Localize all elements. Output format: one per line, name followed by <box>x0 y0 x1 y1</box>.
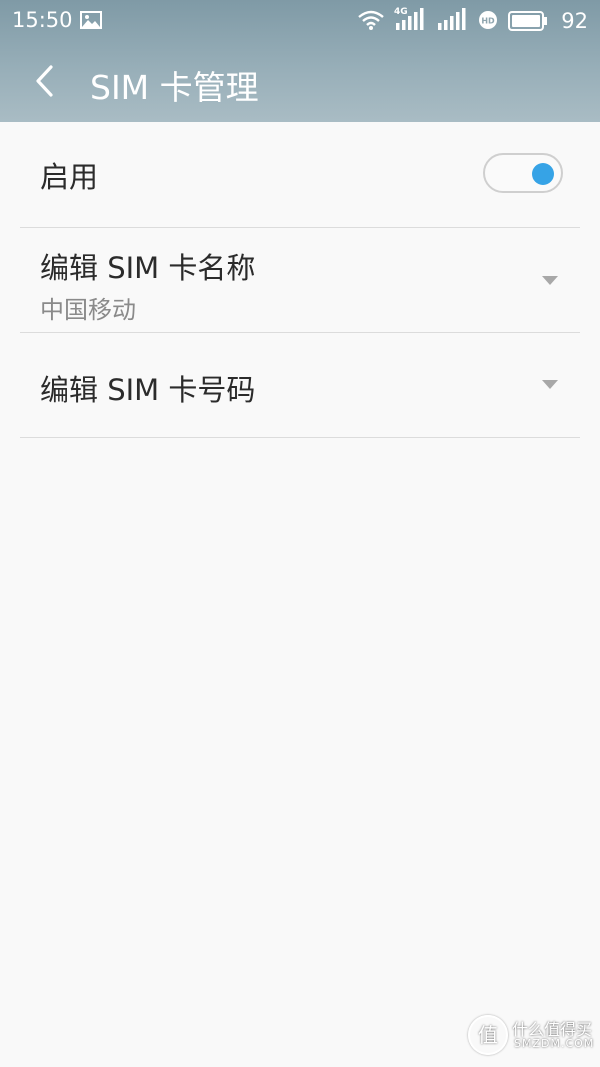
edit-sim-number-row[interactable]: 编辑 SIM 卡号码 <box>20 333 580 438</box>
status-icons: 4G HD 92 <box>358 7 588 33</box>
enable-label: 启用 <box>40 160 99 194</box>
status-time: 15:50 <box>12 8 73 32</box>
battery-level: 92 <box>561 9 588 33</box>
watermark-sub: SMZDM.COM <box>514 1037 595 1050</box>
enable-row: 启用 <box>20 122 580 228</box>
enable-toggle[interactable] <box>483 153 563 193</box>
toggle-knob <box>532 163 554 185</box>
app-header: 15:50 4G HD 92 SIM 卡管理 <box>0 0 600 122</box>
page-title: SIM 卡管理 <box>90 68 259 107</box>
hd-icon: HD <box>478 10 498 34</box>
edit-sim-name-row[interactable]: 编辑 SIM 卡名称 中国移动 <box>20 228 580 333</box>
edit-sim-name-label: 编辑 SIM 卡名称 <box>40 251 256 285</box>
edit-sim-number-label: 编辑 SIM 卡号码 <box>40 373 256 407</box>
back-button[interactable] <box>22 60 68 106</box>
status-bar: 15:50 4G HD 92 <box>0 0 600 40</box>
watermark: 值 什么值得买 SMZDM.COM <box>468 1013 595 1057</box>
sim-name-value: 中国移动 <box>40 296 136 324</box>
gallery-icon <box>80 11 102 29</box>
settings-list: 启用 编辑 SIM 卡名称 中国移动 编辑 SIM 卡号码 <box>0 122 600 438</box>
wifi-icon <box>358 9 384 35</box>
battery-icon <box>508 11 548 35</box>
chevron-left-icon <box>33 64 57 102</box>
dropdown-caret-icon <box>542 380 558 389</box>
title-bar: SIM 卡管理 <box>0 52 600 112</box>
signal-icon <box>436 7 468 35</box>
watermark-logo: 值 <box>468 1015 508 1055</box>
dropdown-caret-icon <box>542 276 558 285</box>
svg-text:HD: HD <box>481 17 495 26</box>
